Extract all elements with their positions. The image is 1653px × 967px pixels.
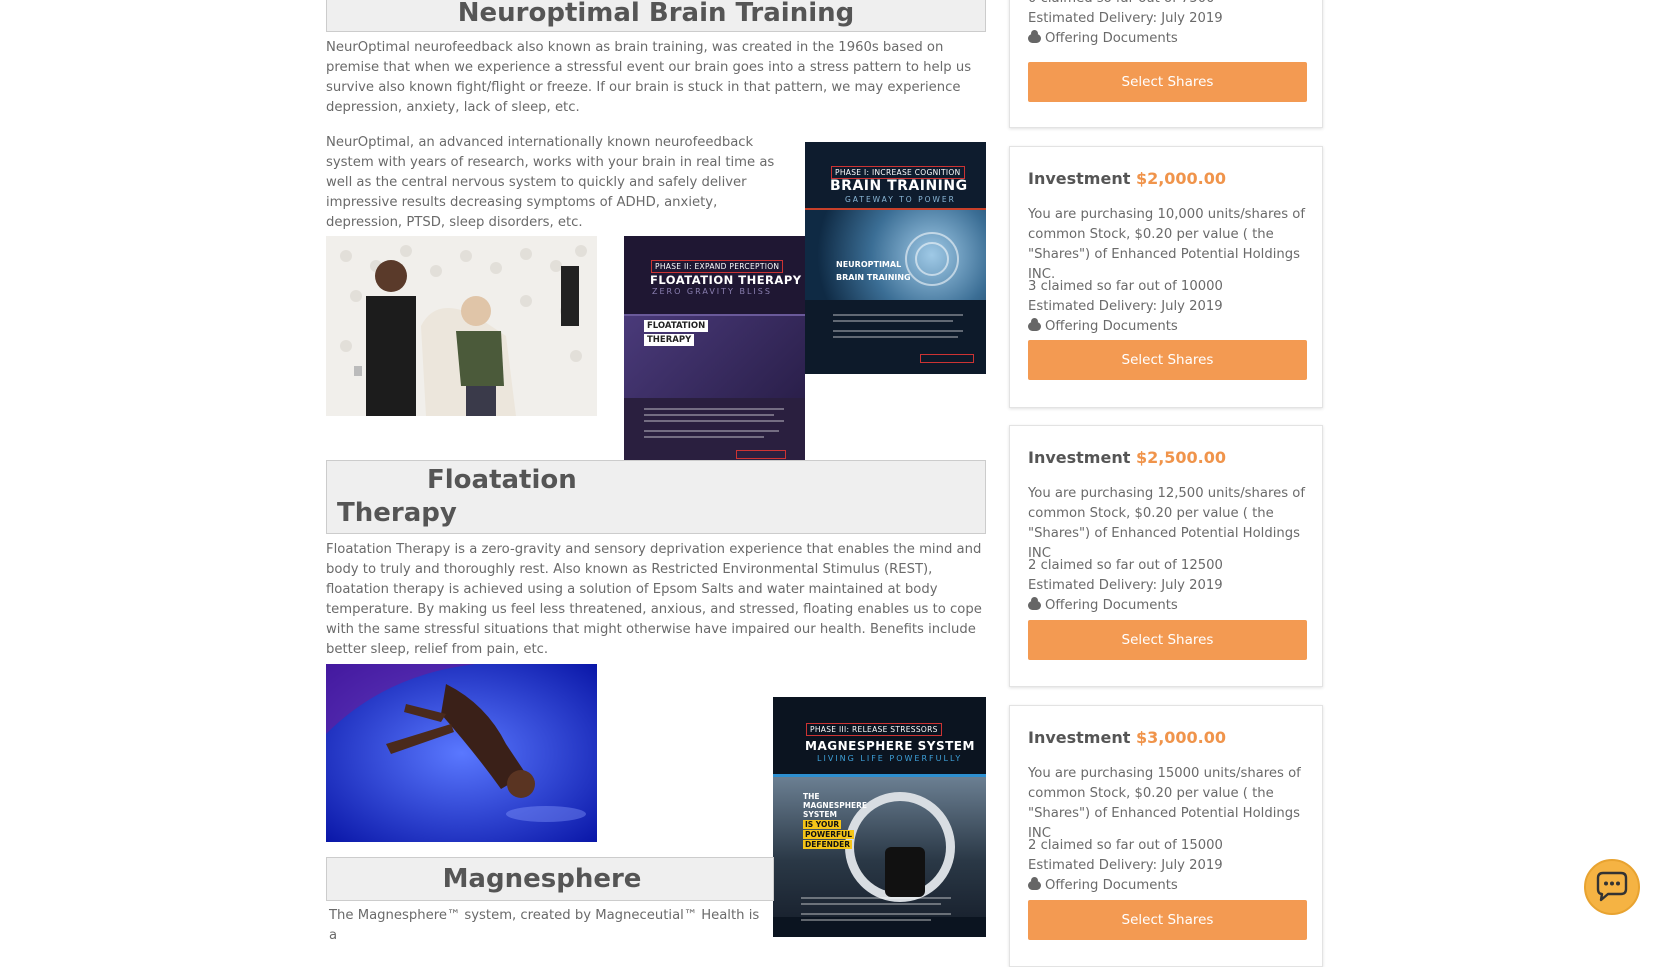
floatation-poster: PHASE II: EXPAND PERCEPTION FLOATATION T… xyxy=(624,236,805,468)
card-3-offering-docs-label: Offering Documents xyxy=(1045,878,1178,893)
card-3-description: You are purchasing 15000 units/shares of… xyxy=(1028,766,1301,841)
card-3-offering-docs-link[interactable]: Offering Documents xyxy=(1028,876,1310,896)
brain-poster-label-2: BRAIN TRAINING xyxy=(836,273,911,282)
card-1-description: You are purchasing 10,000 units/shares o… xyxy=(1028,207,1305,282)
card-2-select-shares-button[interactable]: Select Shares xyxy=(1028,620,1307,660)
card-1-amount: $2,000.00 xyxy=(1135,169,1227,188)
investment-card-2000: Investment $2,000.00 You are purchasing … xyxy=(1009,146,1323,408)
card-3-amount: $3,000.00 xyxy=(1135,728,1227,747)
card-2-delivery: Estimated Delivery: July 2019 xyxy=(1028,578,1223,593)
card-3-label: Investment xyxy=(1028,728,1131,747)
card-2-meta: 2 claimed so far out of 12500 Estimated … xyxy=(1028,556,1310,616)
card-1-title: Investment $2,000.00 xyxy=(1028,169,1226,188)
brain-poster-subtitle: GATEWAY TO POWER xyxy=(845,195,956,204)
card-top-claimed: 0 claimed so far out of 7500 xyxy=(1028,0,1310,9)
magnesphere-poster-label-6: DEFENDER xyxy=(803,840,852,849)
magnesphere-heading: Magnesphere xyxy=(442,864,642,894)
floatation-poster-tag: PHASE II: EXPAND PERCEPTION xyxy=(651,260,784,273)
card-1-select-shares-button[interactable]: Select Shares xyxy=(1028,340,1307,380)
card-1-delivery: Estimated Delivery: July 2019 xyxy=(1028,299,1223,314)
brain-training-photo xyxy=(326,236,597,416)
magnesphere-paragraph-1: The Magnesphere™ system, created by Magn… xyxy=(329,908,760,943)
card-top-offering-docs-link[interactable]: Offering Documents xyxy=(1028,29,1310,49)
floatation-heading-line-1: Floatation xyxy=(427,465,577,495)
card-1-offering-docs-link[interactable]: Offering Documents xyxy=(1028,317,1310,337)
investment-card-2500: Investment $2,500.00 You are purchasing … xyxy=(1009,425,1323,687)
card-3-title: Investment $3,000.00 xyxy=(1028,728,1226,747)
neuroptimal-paragraph-2: NeurOptimal, an advanced internationally… xyxy=(326,135,775,230)
card-1-label: Investment xyxy=(1028,169,1131,188)
neuroptimal-paragraph-1: NeurOptimal neurofeedback also known as … xyxy=(326,40,972,115)
floatation-poster-subtitle: ZERO GRAVITY BLISS xyxy=(652,287,772,296)
magnesphere-poster-label-4: IS YOUR xyxy=(803,820,842,829)
chat-bubble-icon xyxy=(1596,871,1628,902)
card-top-select-shares-button[interactable]: Select Shares xyxy=(1028,62,1307,102)
card-1-offering-docs-label: Offering Documents xyxy=(1045,319,1178,334)
cloud-download-icon xyxy=(1028,596,1041,610)
card-1-claimed: 3 claimed so far out of 10000 xyxy=(1028,279,1223,294)
magnesphere-poster-label-1: THE xyxy=(803,792,820,801)
floatation-heading-line-2: Therapy xyxy=(337,498,457,528)
card-top-delivery: Estimated Delivery: July 2019 xyxy=(1028,11,1223,26)
magnesphere-heading-box: Magnesphere xyxy=(326,857,774,901)
brain-poster-label-1: NEUROPTIMAL xyxy=(836,260,902,269)
card-2-label: Investment xyxy=(1028,448,1131,467)
investment-card-3000: Investment $3,000.00 You are purchasing … xyxy=(1009,705,1323,967)
card-1-meta: 3 claimed so far out of 10000 Estimated … xyxy=(1028,277,1310,337)
magnesphere-poster-tag: PHASE III: RELEASE STRESSORS xyxy=(806,723,942,736)
floatation-poster-title: FLOATATION THERAPY xyxy=(650,273,802,287)
magnesphere-poster-label-3: SYSTEM xyxy=(803,810,837,819)
card-top-offering-docs-label: Offering Documents xyxy=(1045,31,1178,46)
floatation-photo xyxy=(326,664,597,842)
card-top-meta: 0 claimed so far out of 7500 Estimated D… xyxy=(1028,0,1310,49)
card-2-amount: $2,500.00 xyxy=(1135,448,1227,467)
card-2-offering-docs-label: Offering Documents xyxy=(1045,598,1178,613)
neuroptimal-heading: Neuroptimal Brain Training xyxy=(457,0,855,28)
investment-card-top: 0 claimed so far out of 7500 Estimated D… xyxy=(1009,0,1323,128)
magnesphere-poster-label-5: POWERFUL xyxy=(803,830,855,839)
magnesphere-poster-label-2: MAGNESPHERE xyxy=(803,801,868,810)
cloud-download-icon xyxy=(1028,876,1041,890)
brain-training-poster: PHASE I: INCREASE COGNITION BRAIN TRAINI… xyxy=(805,142,986,374)
floatation-paragraph-1: Floatation Therapy is a zero-gravity and… xyxy=(326,542,982,657)
magnesphere-poster-title: MAGNESPHERE SYSTEM xyxy=(805,739,975,753)
card-3-delivery: Estimated Delivery: July 2019 xyxy=(1028,858,1223,873)
magnesphere-poster-subtitle: LIVING LIFE POWERFULLY xyxy=(817,754,963,763)
floatation-poster-label-2: THERAPY xyxy=(644,334,695,346)
neuroptimal-heading-box: Neuroptimal Brain Training xyxy=(326,0,986,32)
card-2-offering-docs-link[interactable]: Offering Documents xyxy=(1028,596,1310,616)
card-2-title: Investment $2,500.00 xyxy=(1028,448,1226,467)
chat-widget-button[interactable] xyxy=(1584,859,1640,915)
cloud-download-icon xyxy=(1028,29,1041,43)
card-3-claimed: 2 claimed so far out of 15000 xyxy=(1028,838,1223,853)
floatation-heading-box: Floatation Therapy xyxy=(326,460,986,534)
card-3-meta: 2 claimed so far out of 15000 Estimated … xyxy=(1028,836,1310,896)
card-2-description: You are purchasing 12,500 units/shares o… xyxy=(1028,486,1305,561)
brain-poster-title: BRAIN TRAINING xyxy=(830,178,968,194)
cloud-download-icon xyxy=(1028,317,1041,331)
magnesphere-poster: PHASE III: RELEASE STRESSORS MAGNESPHERE… xyxy=(773,697,986,937)
floatation-poster-label-1: FLOATATION xyxy=(644,320,709,332)
card-3-select-shares-button[interactable]: Select Shares xyxy=(1028,900,1307,940)
card-2-claimed: 2 claimed so far out of 12500 xyxy=(1028,558,1223,573)
